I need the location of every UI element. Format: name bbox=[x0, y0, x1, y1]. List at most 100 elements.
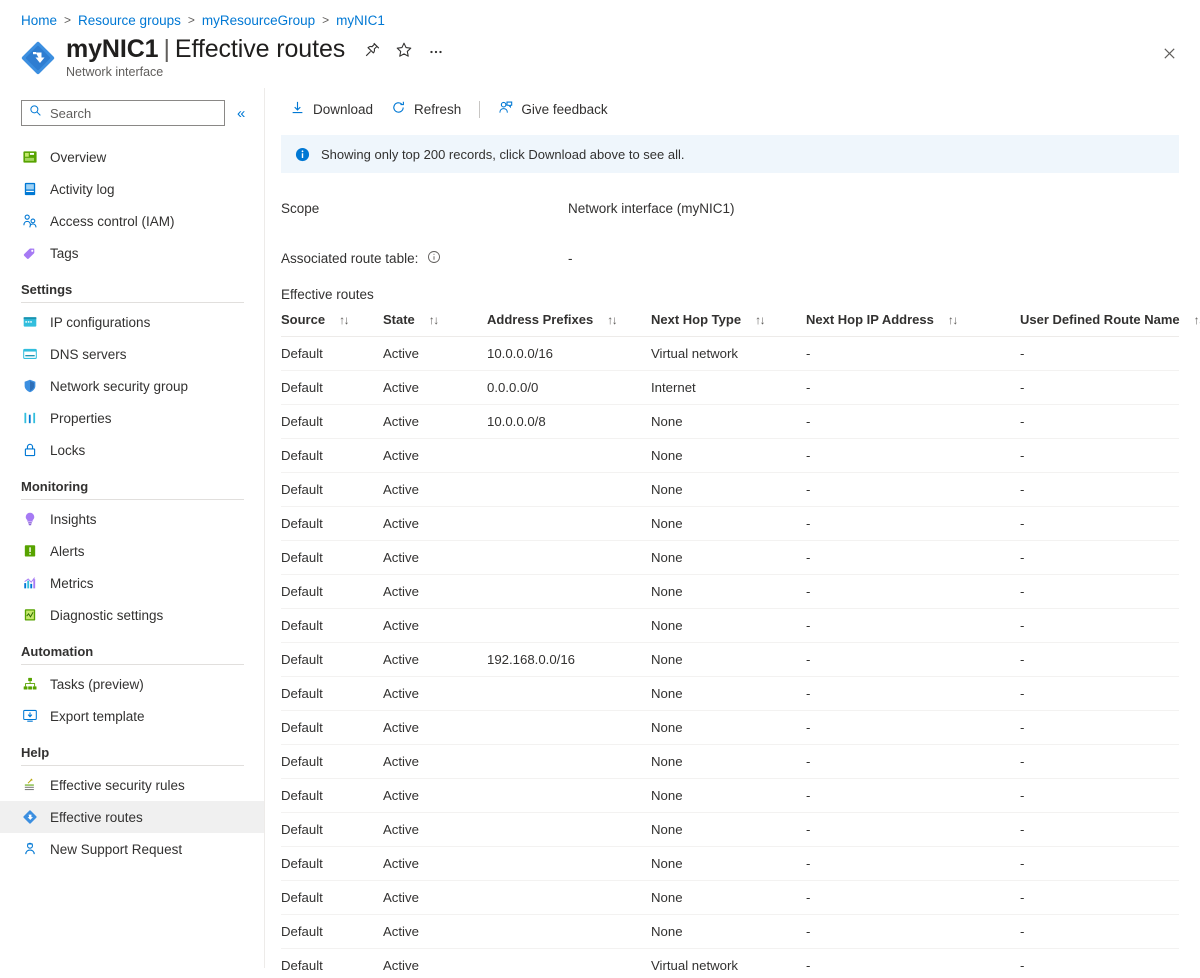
table-row[interactable]: DefaultActive10.0.0.0/8None-- bbox=[281, 405, 1179, 439]
sidebar-item-metrics[interactable]: Metrics bbox=[0, 567, 264, 599]
sort-icon[interactable]: ↑↓ bbox=[948, 313, 957, 327]
sidebar-item-new-support-request[interactable]: New Support Request bbox=[0, 833, 264, 865]
sidebar-item-tags[interactable]: Tags bbox=[0, 237, 264, 269]
dns-servers-icon bbox=[21, 346, 38, 363]
sidebar-item-effective-routes[interactable]: Effective routes bbox=[0, 801, 264, 833]
cell-next-hop-type: None bbox=[651, 813, 806, 847]
give-feedback-button[interactable]: Give feedback bbox=[489, 95, 616, 123]
search-input[interactable] bbox=[48, 105, 217, 122]
chevron-double-left-icon[interactable]: « bbox=[237, 106, 245, 121]
sidebar-group-title-automation: Automation bbox=[0, 644, 264, 659]
more-ellipsis-icon[interactable] bbox=[427, 41, 445, 59]
cell-state: Active bbox=[383, 711, 487, 745]
breadcrumb-separator: > bbox=[322, 13, 329, 27]
sidebar-item-alerts[interactable]: Alerts bbox=[0, 535, 264, 567]
info-outline-icon[interactable] bbox=[427, 250, 441, 267]
table-row[interactable]: DefaultActive10.0.0.0/16Virtual network-… bbox=[281, 337, 1179, 371]
cell-state: Active bbox=[383, 507, 487, 541]
cell-udr-name: - bbox=[1020, 847, 1179, 881]
sort-icon[interactable]: ↑↓ bbox=[755, 313, 764, 327]
column-header-label: Next Hop Type bbox=[651, 312, 741, 327]
sidebar-item-export-template[interactable]: Export template bbox=[0, 700, 264, 732]
table-row[interactable]: DefaultActive0.0.0.0/0Internet-- bbox=[281, 371, 1179, 405]
cell-address-prefix: 0.0.0.0/0 bbox=[487, 371, 651, 405]
sidebar-item-insights[interactable]: Insights bbox=[0, 503, 264, 535]
cell-next-hop-ip: - bbox=[806, 507, 1020, 541]
sidebar-item-tasks[interactable]: Tasks (preview) bbox=[0, 668, 264, 700]
sidebar-item-network-security-group[interactable]: Network security group bbox=[0, 370, 264, 402]
sidebar-divider bbox=[21, 302, 244, 303]
breadcrumb-item-mynic1[interactable]: myNIC1 bbox=[336, 13, 385, 28]
cell-udr-name: - bbox=[1020, 371, 1179, 405]
sort-icon[interactable]: ↑↓ bbox=[607, 313, 616, 327]
cell-source: Default bbox=[281, 609, 383, 643]
table-row[interactable]: DefaultActiveNone-- bbox=[281, 881, 1179, 915]
table-row[interactable]: DefaultActiveNone-- bbox=[281, 813, 1179, 847]
column-header-next-hop-ip-address[interactable]: Next Hop IP Address ↑↓ bbox=[806, 312, 1020, 337]
sidebar-item-dns-servers[interactable]: DNS servers bbox=[0, 338, 264, 370]
sidebar-item-properties[interactable]: Properties bbox=[0, 402, 264, 434]
column-header-next-hop-type[interactable]: Next Hop Type ↑↓ bbox=[651, 312, 806, 337]
cell-source: Default bbox=[281, 711, 383, 745]
cell-udr-name: - bbox=[1020, 609, 1179, 643]
table-row[interactable]: DefaultActiveNone-- bbox=[281, 779, 1179, 813]
network-security-group-icon bbox=[21, 378, 38, 395]
cell-next-hop-ip: - bbox=[806, 439, 1020, 473]
properties-icon bbox=[21, 410, 38, 427]
breadcrumb-item-resource-groups[interactable]: Resource groups bbox=[78, 13, 181, 28]
table-row[interactable]: DefaultActiveNone-- bbox=[281, 711, 1179, 745]
column-header-state[interactable]: State ↑↓ bbox=[383, 312, 487, 337]
close-icon[interactable] bbox=[1156, 40, 1182, 66]
sort-icon[interactable]: ↑↓ bbox=[1194, 313, 1200, 327]
sidebar-item-diagnostic-settings[interactable]: Diagnostic settings bbox=[0, 599, 264, 631]
sidebar-item-access-control[interactable]: Access control (IAM) bbox=[0, 205, 264, 237]
cell-source: Default bbox=[281, 881, 383, 915]
refresh-button[interactable]: Refresh bbox=[382, 95, 470, 123]
sidebar-item-ip-configurations[interactable]: IP configurations bbox=[0, 306, 264, 338]
sort-icon[interactable]: ↑↓ bbox=[339, 313, 348, 327]
sidebar-item-activity-log[interactable]: Activity log bbox=[0, 173, 264, 205]
sidebar-item-label: Effective security rules bbox=[50, 778, 185, 793]
cell-next-hop-type: Virtual network bbox=[651, 949, 806, 978]
cell-next-hop-ip: - bbox=[806, 473, 1020, 507]
cell-source: Default bbox=[281, 949, 383, 978]
table-row[interactable]: DefaultActiveNone-- bbox=[281, 677, 1179, 711]
table-row[interactable]: DefaultActiveNone-- bbox=[281, 609, 1179, 643]
page-title-separator: | bbox=[164, 35, 170, 63]
breadcrumb-item-home[interactable]: Home bbox=[21, 13, 57, 28]
cell-state: Active bbox=[383, 745, 487, 779]
main-content: Download Refresh bbox=[264, 88, 1200, 968]
locks-icon bbox=[21, 442, 38, 459]
table-row[interactable]: DefaultActiveNone-- bbox=[281, 915, 1179, 949]
pin-icon[interactable] bbox=[363, 41, 381, 59]
table-row[interactable]: DefaultActiveNone-- bbox=[281, 473, 1179, 507]
cell-next-hop-type: None bbox=[651, 643, 806, 677]
breadcrumb: Home > Resource groups > myResourceGroup… bbox=[0, 0, 1200, 30]
diagnostic-settings-icon bbox=[21, 607, 38, 624]
sidebar-item-effective-security-rules[interactable]: Effective security rules bbox=[0, 769, 264, 801]
table-row[interactable]: DefaultActiveNone-- bbox=[281, 745, 1179, 779]
column-header-address-prefixes[interactable]: Address Prefixes ↑↓ bbox=[487, 312, 651, 337]
sidebar-item-label: Alerts bbox=[50, 544, 85, 559]
cell-next-hop-type: None bbox=[651, 609, 806, 643]
cell-source: Default bbox=[281, 541, 383, 575]
favorite-star-icon[interactable] bbox=[395, 41, 413, 59]
table-row[interactable]: DefaultActiveVirtual network-- bbox=[281, 949, 1179, 978]
column-header-user-defined-route-name[interactable]: User Defined Route Name ↑↓ bbox=[1020, 312, 1179, 337]
column-header-source[interactable]: Source ↑↓ bbox=[281, 312, 383, 337]
sort-icon[interactable]: ↑↓ bbox=[429, 313, 438, 327]
table-row[interactable]: DefaultActiveNone-- bbox=[281, 847, 1179, 881]
download-button[interactable]: Download bbox=[281, 95, 382, 123]
table-row[interactable]: DefaultActive192.168.0.0/16None-- bbox=[281, 643, 1179, 677]
table-row[interactable]: DefaultActiveNone-- bbox=[281, 575, 1179, 609]
table-row[interactable]: DefaultActiveNone-- bbox=[281, 541, 1179, 575]
breadcrumb-item-myresourcegroup[interactable]: myResourceGroup bbox=[202, 13, 315, 28]
cell-address-prefix bbox=[487, 575, 651, 609]
table-row[interactable]: DefaultActiveNone-- bbox=[281, 439, 1179, 473]
page-title: myNIC1|Effective routes bbox=[66, 36, 345, 63]
sidebar-item-locks[interactable]: Locks bbox=[0, 434, 264, 466]
cell-state: Active bbox=[383, 915, 487, 949]
sidebar-item-overview[interactable]: Overview bbox=[0, 141, 264, 173]
search-box[interactable] bbox=[21, 100, 225, 126]
table-row[interactable]: DefaultActiveNone-- bbox=[281, 507, 1179, 541]
